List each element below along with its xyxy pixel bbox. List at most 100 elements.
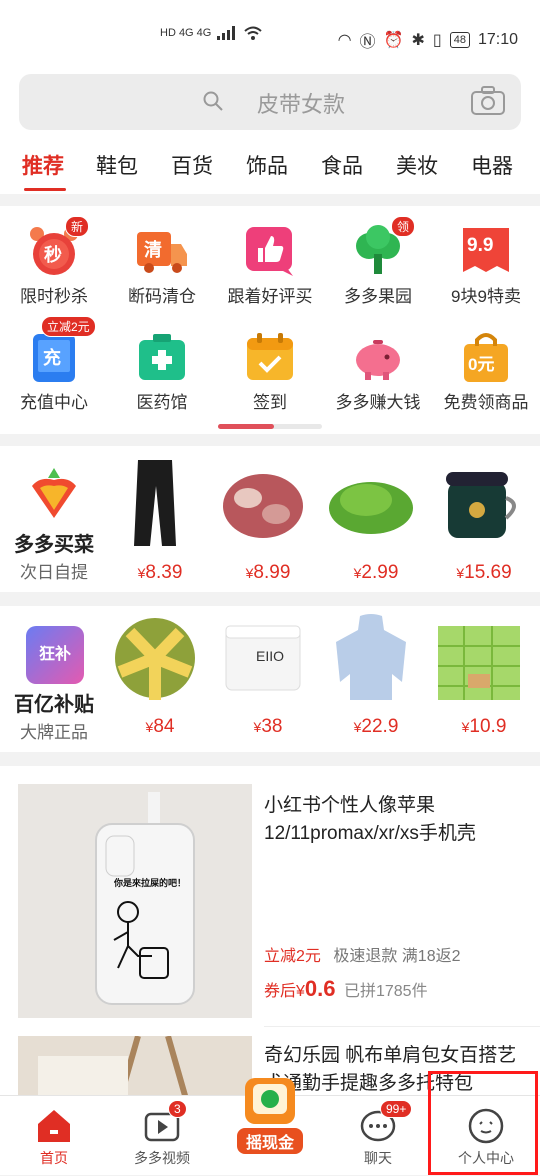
- vibrate-icon: ▯: [432, 32, 442, 49]
- network-text: HD 4G 4G: [160, 27, 212, 39]
- clock: 17:10: [477, 31, 518, 48]
- chat-badge: 99+: [380, 1100, 413, 1118]
- status-bar: HD 4G 4G ◠ Ⓝ ⏰ ✱ ▯ 48 17:10: [0, 0, 540, 74]
- item-price: 2.99: [361, 562, 399, 583]
- phone-case-image: [18, 784, 252, 1018]
- battery-icon: 48: [449, 32, 470, 48]
- free-goods-glyph: 0元: [468, 355, 495, 374]
- item-price: 38: [261, 716, 283, 737]
- search-bar[interactable]: 皮带女款: [19, 74, 521, 130]
- tab-label: 多多视频: [134, 1150, 190, 1166]
- grocery-section[interactable]: 多多买菜 次日自提 ¥8.39 ¥8.99 ¥2.99 ¥15.69: [0, 446, 540, 592]
- sun-jacket-image: [336, 614, 406, 700]
- quick-icon-earn-money[interactable]: 多多赚大钱: [324, 330, 432, 413]
- product-title[interactable]: 小红书个性人像苹果12/11promax/xr/xs手机壳: [264, 792, 526, 848]
- medicine-box-icon: [139, 334, 185, 380]
- piggy-bank-icon: [356, 340, 400, 380]
- subsidy-item[interactable]: ¥22.9: [326, 612, 426, 742]
- bluetooth-icon: ✱: [411, 32, 425, 49]
- pants-image: [134, 460, 176, 546]
- quick-icon-free-goods[interactable]: 0元 免费领商品: [432, 330, 540, 413]
- claim-badge: 领: [391, 216, 416, 237]
- carrot-logo-icon: [32, 468, 76, 518]
- tab-food[interactable]: 食品: [321, 150, 363, 180]
- tab-video[interactable]: 3 多多视频: [108, 1096, 216, 1176]
- product-price: 券后¥0.6 已拼1785件: [264, 976, 428, 1001]
- quick-icon-flash-sale[interactable]: 秒 新 限时秒杀: [0, 216, 108, 307]
- price-prefix: 券后: [264, 983, 297, 1000]
- subsidy-item[interactable]: EIIO ¥38: [218, 612, 318, 742]
- quick-icon-label: 9块9特卖: [451, 287, 521, 306]
- calendar-icon: [247, 333, 293, 380]
- lunch-box-image: [446, 472, 516, 538]
- quick-icon-good-reviews[interactable]: 跟着好评买: [216, 224, 324, 307]
- quick-icon-check-in[interactable]: 签到: [216, 330, 324, 413]
- grocery-item[interactable]: ¥15.69: [434, 458, 534, 588]
- subsidy-section[interactable]: 狂补 百亿补贴 大牌正品 ¥84 EIIO ¥38 ¥22.9 ¥10.9: [0, 606, 540, 752]
- quick-icon-clearance[interactable]: 清 断码清仓: [108, 224, 216, 307]
- quick-icon-label: 免费领商品: [443, 393, 529, 412]
- service-tags: 极速退款 满18返2: [333, 948, 461, 965]
- tab-label: 首页: [40, 1150, 68, 1166]
- system-indicators: ◠ Ⓝ ⏰ ✱ ▯ 48 17:10: [338, 28, 518, 52]
- tab-electronics[interactable]: 电器: [471, 150, 513, 180]
- tab-home[interactable]: 首页: [0, 1096, 108, 1176]
- clearance-glyph: 清: [144, 240, 162, 260]
- product-tags: 立减2元 极速退款 满18返2: [264, 942, 461, 966]
- durian-image: [115, 618, 195, 700]
- case-print-text: 你是來拉屎的吧！: [114, 878, 187, 888]
- nfc-icon: Ⓝ: [359, 34, 376, 51]
- thumbs-up-icon: [246, 227, 293, 276]
- new-badge: 新: [65, 216, 90, 237]
- video-badge: 3: [168, 1100, 187, 1118]
- quick-icon-label: 签到: [253, 393, 287, 412]
- item-price: 15.69: [464, 562, 512, 583]
- tab-general-goods[interactable]: 百货: [171, 150, 213, 180]
- active-tab-indicator: [24, 188, 66, 191]
- home-icon: [38, 1110, 70, 1142]
- quick-icon-pharmacy[interactable]: 医药馆: [108, 330, 216, 413]
- flash-sale-glyph: 秒: [44, 245, 62, 265]
- highlight-box: [428, 1071, 538, 1175]
- tab-shoes-bags[interactable]: 鞋包: [96, 150, 138, 180]
- grocery-item[interactable]: ¥2.99: [326, 458, 426, 588]
- grocery-header[interactable]: 多多买菜 次日自提: [0, 446, 108, 592]
- quick-icon-label: 医药馆: [136, 393, 188, 412]
- discount-tag: 立减2元: [264, 948, 321, 965]
- headphone-icon: ◠: [337, 32, 352, 49]
- quick-icon-label: 多多赚大钱: [335, 393, 421, 412]
- quick-icon-label: 跟着好评买: [227, 287, 313, 306]
- quick-icon-label: 限时秒杀: [20, 287, 88, 306]
- category-tabs: 推荐 鞋包 百货 饰品 食品 美妆 电器: [0, 146, 540, 194]
- quick-icon-top-up[interactable]: 充 立减2元 充值中心: [0, 316, 108, 413]
- pork-bones-image: [223, 474, 303, 538]
- tab-label: 聊天: [364, 1150, 392, 1166]
- subsidy-subtitle: 大牌正品: [20, 723, 88, 742]
- item-price: 8.39: [145, 562, 183, 583]
- product-divider: [264, 1026, 540, 1027]
- subsidy-header[interactable]: 狂补 百亿补贴 大牌正品: [0, 606, 108, 752]
- alarm-icon: ⏰: [383, 32, 404, 49]
- quick-icon-99-sale[interactable]: 9.9 9块9特卖: [432, 224, 540, 307]
- icon-page-indicator: [218, 424, 322, 429]
- price-99-glyph: 9.9: [467, 235, 494, 256]
- product-feed: 你是來拉屎的吧！ 小红书个性人像苹果12/11promax/xr/xs手机壳 立…: [0, 766, 540, 1106]
- tab-beauty[interactable]: 美妆: [396, 150, 438, 180]
- subsidy-item[interactable]: ¥10.9: [434, 612, 534, 742]
- tissue-pack-image: [438, 626, 520, 700]
- top-up-glyph: 充: [43, 348, 61, 368]
- tab-shake-cash[interactable]: 摇现金: [216, 1078, 324, 1176]
- grocery-item[interactable]: ¥8.39: [110, 458, 210, 588]
- quick-icon-label: 充值中心: [20, 393, 88, 412]
- greens-image: [329, 482, 413, 534]
- tab-chat[interactable]: 99+ 聊天: [324, 1096, 432, 1176]
- product-image-phone-case[interactable]: 你是來拉屎的吧！: [18, 784, 252, 1018]
- grocery-item[interactable]: ¥8.99: [218, 458, 318, 588]
- camera-icon[interactable]: [471, 86, 505, 116]
- signal-icon: [217, 26, 236, 40]
- grocery-title: 多多买菜: [14, 534, 94, 556]
- subsidy-item[interactable]: ¥84: [110, 612, 210, 742]
- tab-recommend[interactable]: 推荐: [22, 150, 64, 180]
- quick-icon-orchard[interactable]: 领 多多果园: [324, 216, 432, 307]
- tab-accessories[interactable]: 饰品: [246, 150, 288, 180]
